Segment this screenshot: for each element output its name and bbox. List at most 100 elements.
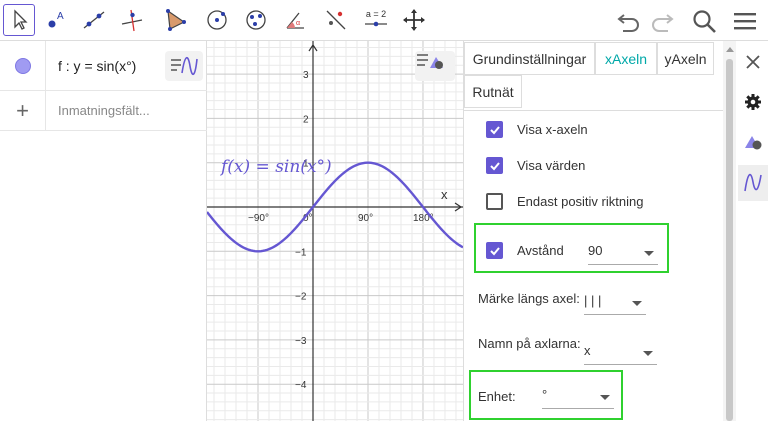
option-show-x-axis[interactable]: Visa x-axeln — [486, 121, 588, 138]
axis-name-value: x — [584, 343, 591, 358]
scroll-up-arrow-icon[interactable] — [726, 47, 734, 52]
option-positive-direction[interactable]: Endast positiv riktning — [486, 193, 643, 210]
svg-text:A: A — [57, 11, 64, 22]
circle-three-points-tool-button[interactable] — [240, 4, 272, 36]
graphics-style-icon — [417, 54, 443, 69]
y-tick-label: −1 — [295, 247, 307, 258]
gear-icon — [745, 94, 761, 110]
distance-value: 90 — [588, 243, 603, 258]
graph-canvas[interactable]: −90° 0° 90° 180°321−1−2−3−4x — [207, 41, 463, 421]
menu-button[interactable] — [730, 6, 760, 36]
chevron-down-icon — [643, 350, 653, 356]
unit-dropdown[interactable]: ° — [542, 381, 614, 409]
redo-icon — [652, 14, 674, 32]
label-axis-name: Namn på axlarna: — [478, 336, 581, 351]
angle-icon: α — [286, 12, 304, 29]
checkbox-distance[interactable] — [486, 242, 503, 259]
x-tick-label: −90° — [248, 213, 269, 224]
algebra-item-text[interactable]: f : y = sin(x°) — [58, 41, 136, 90]
checkbox-show-values[interactable] — [486, 157, 503, 174]
line-tool-button[interactable] — [78, 4, 110, 36]
circle-three-points-icon — [246, 10, 266, 30]
check-icon — [489, 161, 500, 170]
search-button[interactable] — [689, 6, 719, 36]
chevron-down-icon — [632, 300, 642, 306]
settings-scrollbar[interactable] — [723, 41, 736, 421]
algebra-style-icon — [171, 57, 198, 75]
angle-tool-button[interactable]: α — [280, 4, 312, 36]
graphics-style-button[interactable] — [415, 51, 455, 81]
search-icon — [693, 10, 716, 33]
properties-sidebar — [736, 41, 768, 421]
reflect-tool-button[interactable] — [320, 4, 352, 36]
graphics-view[interactable]: −90° 0° 90° 180° 3 2 1 −1 −2 −3 −4 x f(x) = sin(x°) — [207, 41, 463, 421]
chevron-down-icon — [644, 250, 654, 256]
tick-style-value: | | | — [584, 293, 602, 308]
svg-text:α: α — [296, 20, 300, 27]
tab-grid[interactable]: Rutnät — [464, 75, 522, 108]
y-tick-label: −2 — [295, 292, 307, 303]
label-unit: Enhet: — [478, 389, 516, 404]
chevron-down-icon — [600, 394, 610, 400]
axis-name-dropdown[interactable]: x — [584, 337, 657, 365]
x-tick-label: 90° — [358, 213, 373, 224]
polygon-icon — [166, 9, 186, 31]
menu-icon — [734, 13, 756, 30]
label-show-x-axis: Visa x-axeln — [517, 122, 588, 137]
cursor-arrow-icon — [14, 9, 28, 30]
toolbar: A α a = 2 — [0, 0, 768, 41]
point-tool-button[interactable]: A — [40, 4, 72, 36]
move-graphics-tool-button[interactable] — [398, 4, 430, 36]
graphics-style-icon — [745, 136, 762, 150]
y-tick-label: −4 — [295, 380, 307, 391]
slider-tool-button[interactable]: a = 2 — [360, 4, 392, 36]
label-show-values: Visa värden — [517, 158, 586, 173]
algebra-style-icon — [744, 173, 762, 192]
function-color-dot[interactable] — [14, 57, 31, 74]
tabs-divider — [464, 110, 724, 111]
algebra-settings-button[interactable] — [738, 165, 768, 201]
tick-style-dropdown[interactable]: | | | — [584, 287, 646, 315]
tab-basic[interactable]: Grundinställningar — [464, 42, 595, 75]
redo-button[interactable] — [647, 6, 677, 36]
polygon-tool-button[interactable] — [159, 4, 191, 36]
algebra-view: f : y = sin(x°) + Inmatningsfält... — [0, 41, 207, 421]
circle-center-icon — [207, 10, 227, 30]
label-positive-direction: Endast positiv riktning — [517, 194, 644, 209]
checkbox-show-x-axis[interactable] — [486, 121, 503, 138]
visibility-toggle[interactable] — [0, 41, 46, 90]
scroll-thumb[interactable] — [726, 59, 733, 421]
unit-value: ° — [542, 387, 548, 402]
point-icon: A — [48, 11, 64, 28]
check-icon — [489, 246, 500, 255]
add-input-marker[interactable]: + — [0, 91, 46, 130]
perpendicular-line-icon — [121, 9, 143, 32]
checkbox-positive-direction[interactable] — [486, 193, 503, 210]
algebra-style-button[interactable] — [165, 51, 203, 81]
tab-yaxis[interactable]: yAxeln — [657, 42, 714, 75]
y-tick-label: 2 — [303, 114, 309, 125]
slider-tool-text: a = 2 — [365, 9, 387, 19]
close-properties-button[interactable] — [738, 47, 768, 77]
x-axis-name: x — [441, 187, 448, 202]
option-distance[interactable]: Avstånd — [486, 242, 564, 259]
tab-xaxis[interactable]: xAxeln — [595, 42, 657, 75]
graphics-settings-button[interactable] — [738, 127, 768, 157]
option-show-values[interactable]: Visa värden — [486, 157, 585, 174]
distance-dropdown[interactable]: 90 — [588, 237, 658, 265]
move-tool-button[interactable] — [3, 4, 35, 36]
perpendicular-tool-button[interactable] — [116, 4, 148, 36]
plus-icon: + — [16, 97, 29, 123]
settings-panel: Grundinställningar xAxeln yAxeln Rutnät … — [463, 41, 724, 421]
input-bar[interactable]: + Inmatningsfält... — [0, 91, 207, 131]
move-arrows-icon — [403, 9, 425, 31]
function-label[interactable]: f(x) = sin(x°) — [221, 157, 332, 177]
reflect-icon — [326, 10, 346, 30]
circle-center-tool-button[interactable] — [201, 4, 233, 36]
y-tick-label: 3 — [303, 70, 309, 81]
object-settings-button[interactable] — [738, 87, 768, 117]
settings-tabs: Grundinställningar xAxeln yAxeln Rutnät — [464, 41, 724, 111]
line-icon — [83, 11, 105, 29]
input-bar-placeholder[interactable]: Inmatningsfält... — [58, 91, 150, 130]
undo-button[interactable] — [614, 6, 644, 36]
